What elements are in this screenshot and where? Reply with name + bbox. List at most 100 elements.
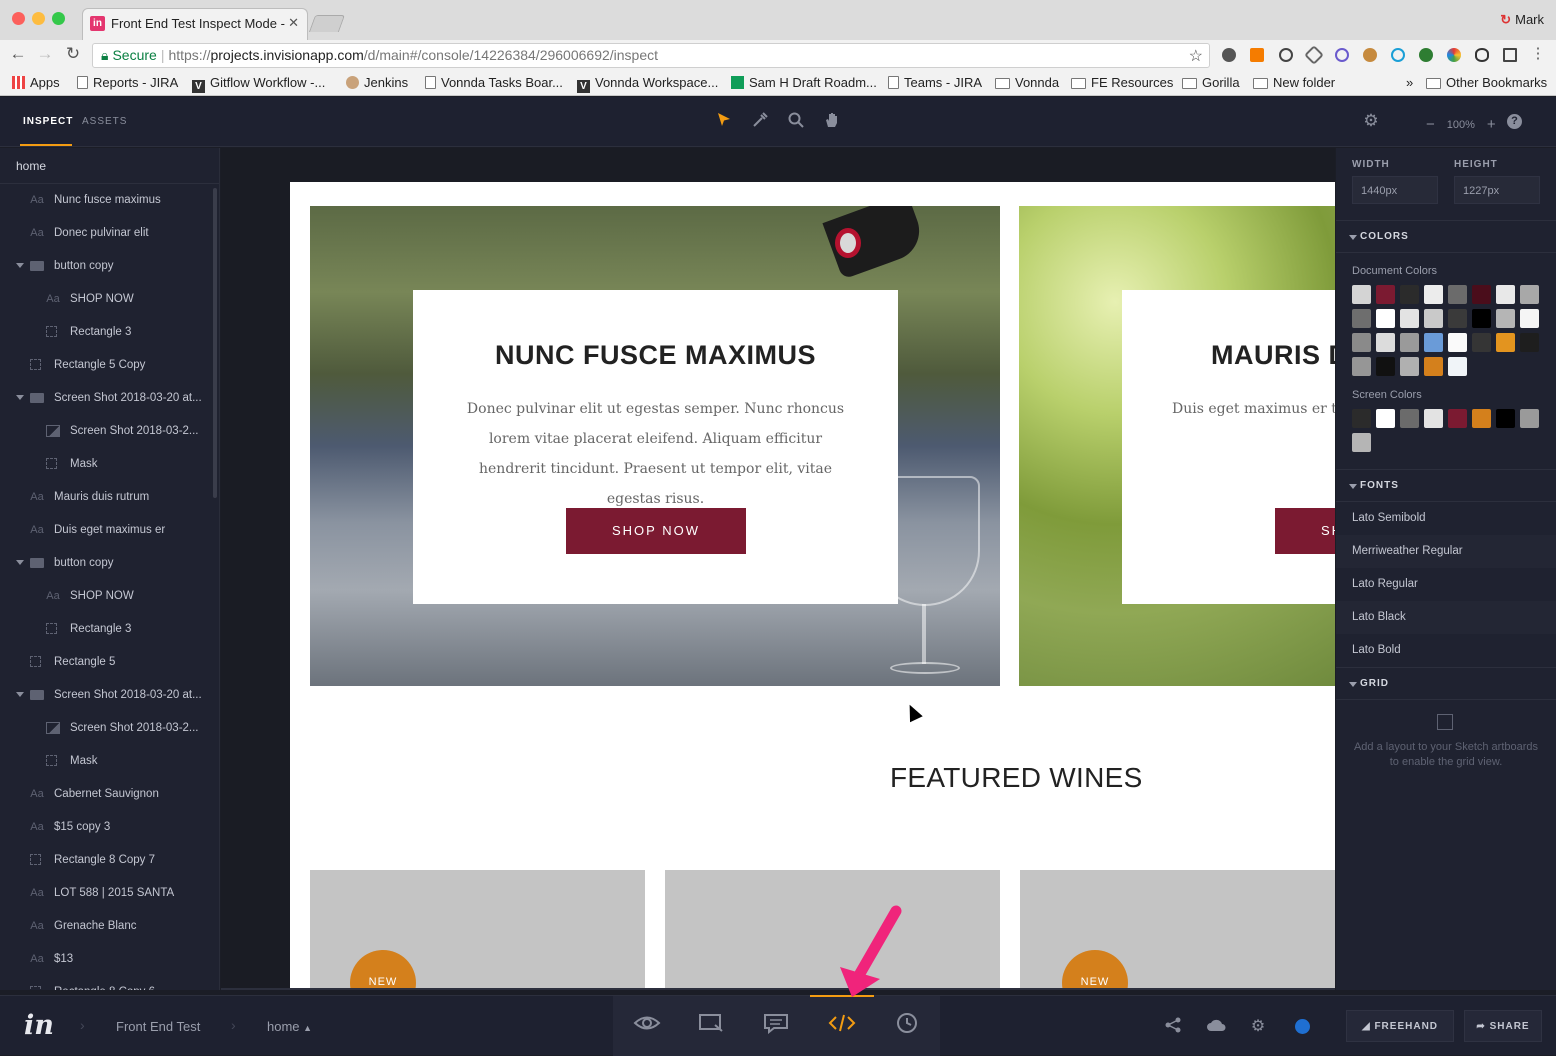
document-color-swatch[interactable] [1520,333,1539,352]
bookmark-apps[interactable]: Apps [12,75,60,90]
bookmark-folder-vonnda[interactable]: Vonnda [995,75,1059,90]
hero-title[interactable]: NUNC FUSCE MAXIMUS [413,340,898,371]
layer-item[interactable]: Aa LOT 588 | 2015 SANTA [0,877,219,910]
layer-item[interactable]: Aa Duis eget maximus er [0,514,219,547]
grid-section-header[interactable]: GRID [1336,667,1556,700]
history-clock-icon[interactable] [892,1012,922,1038]
document-color-swatch[interactable] [1472,309,1491,328]
shop-now-button[interactable]: SHOP NOW [1275,508,1335,554]
screen-color-swatch[interactable] [1400,409,1419,428]
layer-item[interactable]: Screen Shot 2018-03-2... [0,415,219,448]
info-extension-icon[interactable] [1279,48,1293,62]
product-card[interactable]: NEW [310,870,645,990]
height-value[interactable]: 1227px [1454,176,1540,204]
user-avatar[interactable] [1295,1019,1310,1034]
bookmark-gitflow[interactable]: V Gitflow Workflow -... [192,75,325,93]
share-button[interactable]: ➦ SHARE [1464,1010,1542,1042]
target-extension-icon[interactable] [1335,48,1349,62]
screen-color-swatch[interactable] [1424,409,1443,428]
browser-tab[interactable]: in Front End Test Inspect Mode - ✕ [82,8,308,40]
document-color-swatch[interactable] [1448,357,1467,376]
cookie-extension-icon[interactable] [1363,48,1377,62]
document-color-swatch[interactable] [1448,309,1467,328]
document-color-swatch[interactable] [1400,357,1419,376]
screen-color-swatch[interactable] [1496,409,1515,428]
document-color-swatch[interactable] [1520,309,1539,328]
close-tab-icon[interactable]: ✕ [288,15,299,31]
width-value[interactable]: 1440px [1352,176,1438,204]
document-color-swatch[interactable] [1472,333,1491,352]
document-color-swatch[interactable] [1448,285,1467,304]
pen-extension-icon[interactable] [1304,45,1324,65]
document-color-swatch[interactable] [1376,309,1395,328]
document-color-swatch[interactable] [1352,333,1371,352]
document-color-swatch[interactable] [1400,285,1419,304]
layer-item[interactable]: Rectangle 8 Copy 7 [0,844,219,877]
document-color-swatch[interactable] [1424,309,1443,328]
forward-icon[interactable]: → [35,44,55,64]
hero-image-wine[interactable]: NUNC FUSCE MAXIMUS Donec pulvinar elit u… [310,206,1000,686]
bookmark-teams-jira[interactable]: Teams - JIRA [888,75,982,90]
hero-title[interactable]: MAURIS D [1211,340,1335,371]
document-color-swatch[interactable] [1376,285,1395,304]
document-color-swatch[interactable] [1352,309,1371,328]
settings-gear-icon[interactable]: ⚙ [1248,1016,1268,1036]
font-item[interactable]: Lato Black [1336,601,1556,634]
bookmark-reports-jira[interactable]: Reports - JIRA [77,75,178,90]
invision-logo[interactable]: in [24,1010,54,1041]
document-color-swatch[interactable] [1496,333,1515,352]
layer-item[interactable]: Aa $13 [0,943,219,976]
font-item[interactable]: Lato Semibold [1336,502,1556,535]
layer-item[interactable]: Rectangle 8 Copy 6 [0,976,219,990]
zoom-in-button[interactable]: + [1487,116,1496,133]
layers-root[interactable]: home [0,148,219,184]
layer-item[interactable]: Aa SHOP NOW [0,283,219,316]
document-color-swatch[interactable] [1352,357,1371,376]
new-badge[interactable]: NEW [350,950,416,990]
layer-item[interactable]: Aa Mauris duis rutrum [0,481,219,514]
document-color-swatch[interactable] [1400,333,1419,352]
back-icon[interactable]: ← [8,44,28,64]
address-bar[interactable]: 🔒︎ Secure | https://projects.invisionapp.co… [92,43,1210,68]
layer-item[interactable]: Screen Shot 2018-03-2... [0,712,219,745]
bookmark-vonnda-tasks[interactable]: Vonnda Tasks Boar... [425,75,563,90]
screen-color-swatch[interactable] [1352,433,1371,452]
bookmark-folder-gorilla[interactable]: Gorilla [1182,75,1240,90]
layer-item[interactable]: button copy [0,547,219,580]
hero-card[interactable]: NUNC FUSCE MAXIMUS Donec pulvinar elit u… [413,290,898,604]
document-color-swatch[interactable] [1424,357,1443,376]
layer-item[interactable]: Aa Grenache Blanc [0,910,219,943]
check-extension-icon[interactable] [1391,48,1405,62]
document-color-swatch[interactable] [1376,357,1395,376]
layer-item[interactable]: Mask [0,448,219,481]
layer-item[interactable]: button copy [0,250,219,283]
build-icon[interactable] [696,1012,726,1038]
layer-item[interactable]: Aa Nunc fusce maximus [0,184,219,217]
zoom-icon[interactable] [786,111,806,131]
eye-extension-icon[interactable] [1475,48,1489,62]
document-color-swatch[interactable] [1496,309,1515,328]
fonts-section-header[interactable]: FONTS [1336,469,1556,502]
bookmark-folder-new[interactable]: New folder [1253,75,1335,90]
layer-item[interactable]: Mask [0,745,219,778]
freehand-button[interactable]: ◢ FREEHAND [1346,1010,1454,1042]
screen-name[interactable]: home ▲ [267,1019,312,1034]
share-nodes-icon[interactable] [1163,1016,1183,1036]
bookmark-folder-fe-resources[interactable]: FE Resources [1071,75,1173,90]
select-arrow-icon[interactable] [714,111,734,131]
other-bookmarks[interactable]: Other Bookmarks [1426,75,1547,90]
screen-color-swatch[interactable] [1520,409,1539,428]
settings-gear-icon[interactable]: ⚙ [1361,111,1381,131]
layer-item[interactable]: Rectangle 3 [0,316,219,349]
document-color-swatch[interactable] [1520,285,1539,304]
artboard[interactable]: NUNC FUSCE MAXIMUS Donec pulvinar elit u… [290,182,1335,990]
document-color-swatch[interactable] [1496,285,1515,304]
cloud-upload-icon[interactable] [1206,1016,1226,1036]
document-color-swatch[interactable] [1424,333,1443,352]
screen-color-swatch[interactable] [1352,409,1371,428]
minimize-window-button[interactable] [32,12,45,25]
featured-wines-heading[interactable]: FEATURED WINES [890,762,1143,794]
reload-icon[interactable]: ↻ [63,44,83,64]
shop-now-button[interactable]: SHOP NOW [566,508,746,554]
new-badge[interactable]: NEW [1062,950,1128,990]
